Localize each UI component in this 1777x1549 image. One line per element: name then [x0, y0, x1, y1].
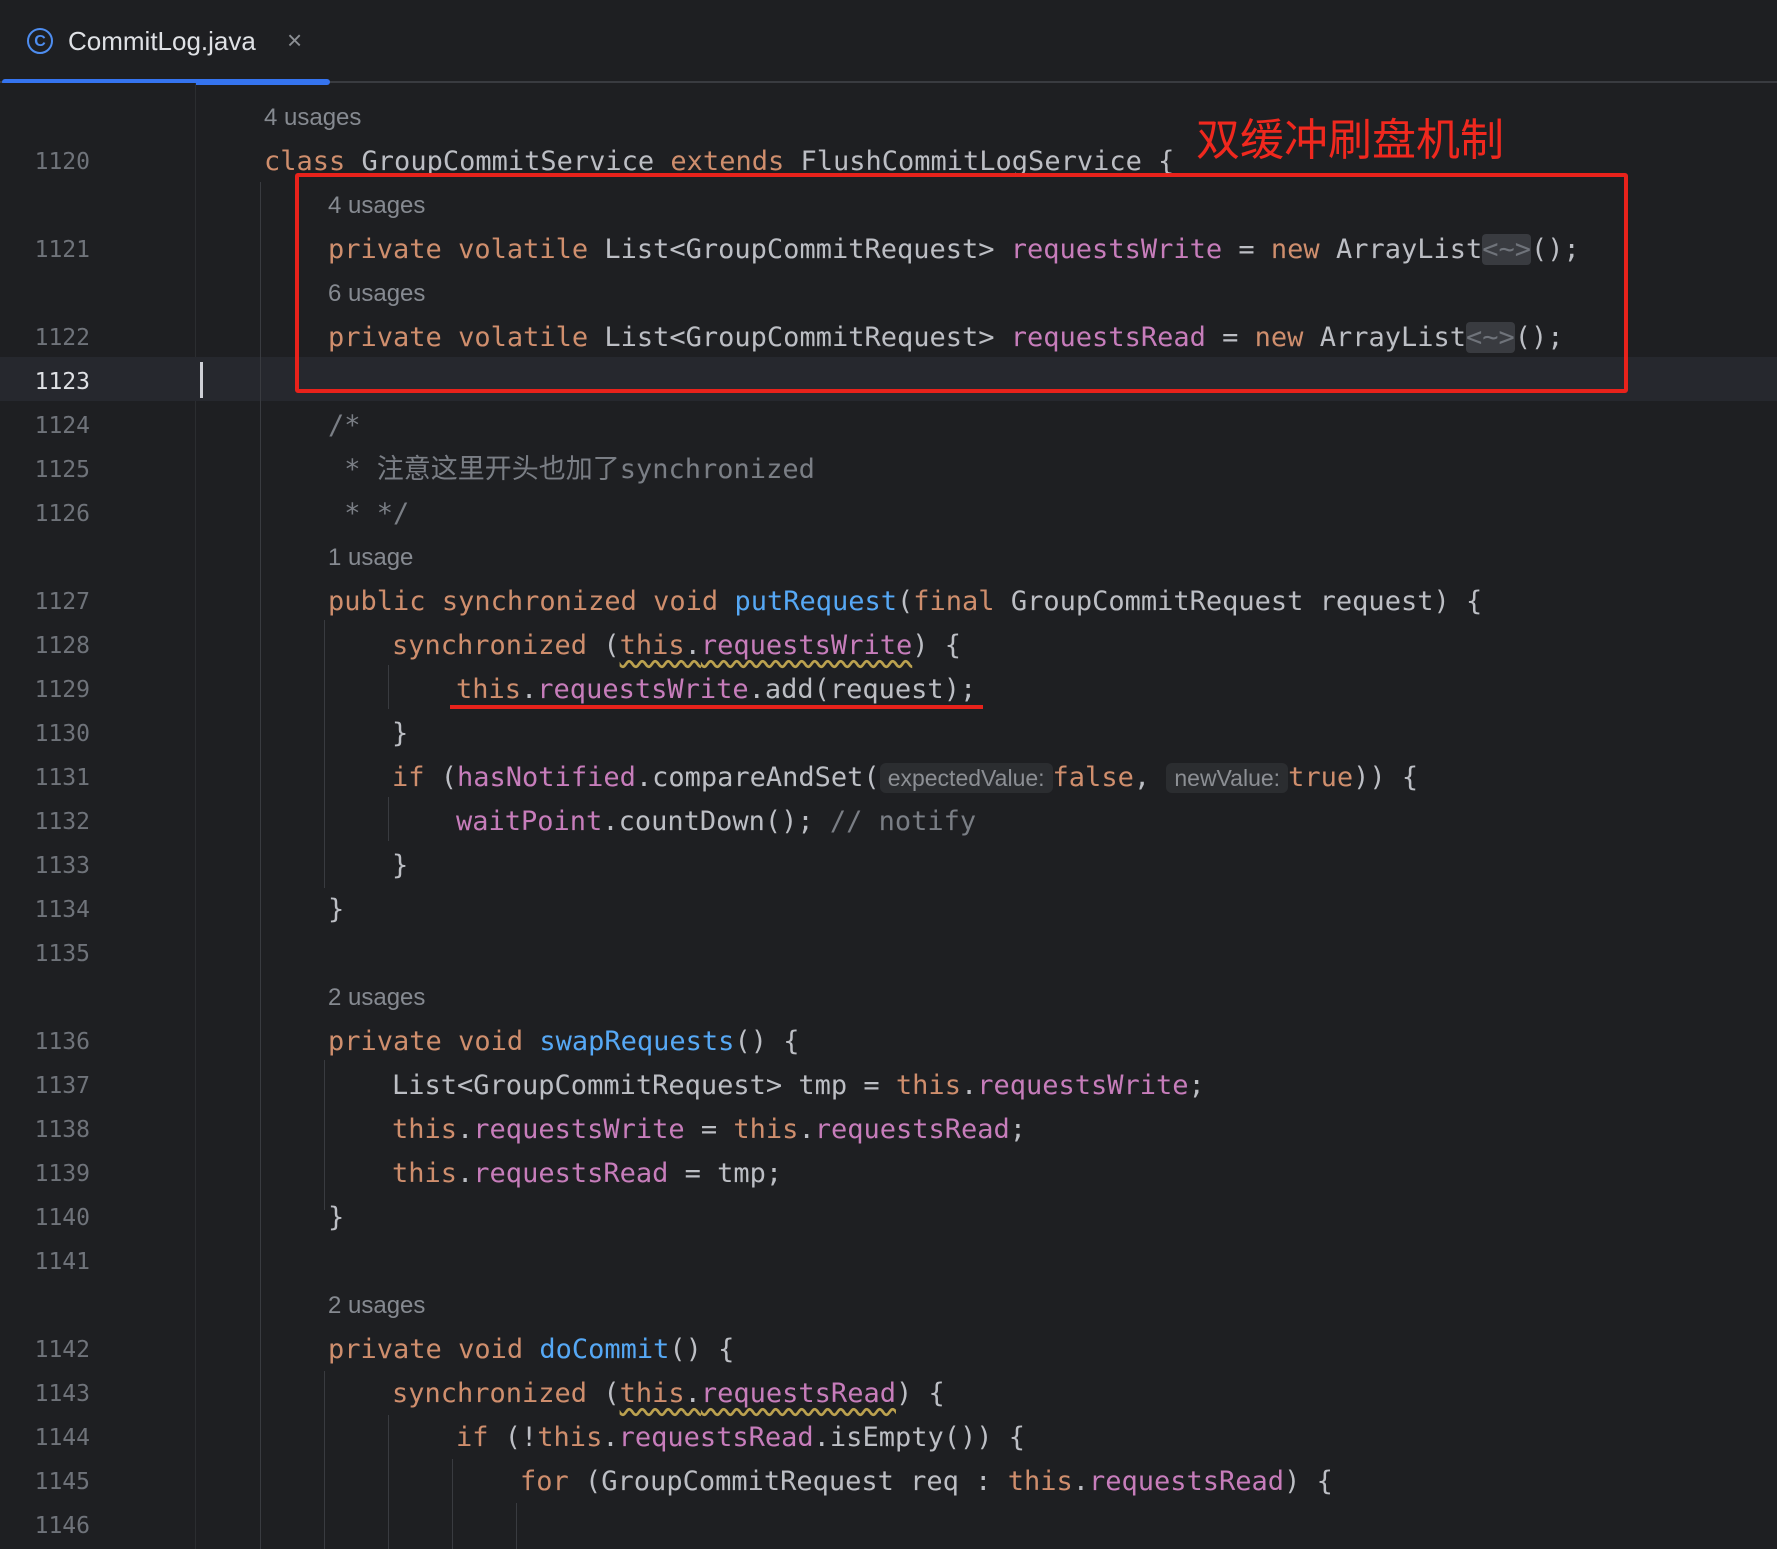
- editor-tab-bar: C CommitLog.java ×: [0, 0, 1777, 85]
- method-name: putRequest: [734, 586, 898, 617]
- line-number: 1145: [34, 1469, 90, 1495]
- comment: /*: [328, 410, 361, 441]
- annotation-label: 双缓冲刷盘机制: [1196, 115, 1504, 166]
- code-line: waitPoint.countDown(); // notify: [456, 806, 977, 837]
- line-number: 1129: [34, 677, 90, 703]
- java-class-icon: C: [27, 28, 53, 54]
- code-line: for (GroupCommitRequest req : this.reque…: [520, 1466, 1333, 1497]
- line-number: 1131: [34, 765, 90, 791]
- code-line: private void doCommit() {: [328, 1334, 735, 1365]
- code-line: if (hasNotified.compareAndSet(expectedVa…: [392, 762, 1419, 793]
- line-number: 1124: [34, 413, 90, 439]
- parameter-hint: newValue:: [1166, 763, 1289, 793]
- code-line: if (!this.requestsRead.isEmpty()) {: [456, 1422, 1025, 1453]
- line-number: 1136: [34, 1029, 90, 1055]
- code-line: this.requestsWrite = this.requestsRead;: [392, 1114, 1027, 1145]
- code-line: }: [392, 850, 409, 881]
- code-line: private void swapRequests() {: [328, 1026, 800, 1057]
- line-number: 1122: [34, 325, 90, 351]
- line-number: 1142: [34, 1337, 90, 1363]
- comment: * */: [328, 498, 410, 529]
- code-line: }: [328, 1202, 345, 1233]
- code-line: this.requestsRead = tmp;: [392, 1158, 783, 1189]
- line-number: 1139: [34, 1161, 90, 1187]
- line-number: 1133: [34, 853, 90, 879]
- usages-hint[interactable]: 2 usages: [328, 1284, 425, 1328]
- code-line: }: [328, 894, 345, 925]
- line-number: 1137: [34, 1073, 90, 1099]
- comment: * 注意这里开头也加了synchronized: [328, 454, 815, 485]
- tab-title: CommitLog.java: [68, 26, 256, 56]
- code-line: synchronized (this.requestsRead) {: [392, 1378, 945, 1409]
- line-number: 1138: [34, 1117, 90, 1143]
- line-number: 1140: [34, 1205, 90, 1231]
- warning-squiggle[interactable]: this.requestsRead: [620, 1378, 896, 1409]
- indent-guide: [324, 1371, 325, 1549]
- indent-guide: [516, 1503, 517, 1549]
- annotation-underline: [450, 705, 983, 709]
- line-number: 1125: [34, 457, 90, 483]
- line-number: 1130: [34, 721, 90, 747]
- indent-guide: [388, 665, 389, 709]
- line-number: 1120: [34, 149, 90, 175]
- tab-commitlog-java[interactable]: C CommitLog.java ×: [0, 0, 330, 85]
- usages-hint[interactable]: 1 usage: [328, 536, 413, 580]
- text-caret: [200, 362, 203, 398]
- line-number: 1143: [34, 1381, 90, 1407]
- line-number: 1146: [34, 1513, 90, 1539]
- line-number: 1134: [34, 897, 90, 923]
- line-number: 1121: [34, 237, 90, 263]
- indent-guide: [324, 620, 325, 888]
- method-name: swapRequests: [539, 1026, 735, 1057]
- usages-hint[interactable]: 4 usages: [264, 96, 361, 140]
- indent-guide: [260, 182, 261, 1549]
- method-name: doCommit: [539, 1334, 670, 1365]
- parameter-hint: expectedValue:: [879, 763, 1053, 793]
- code-line: public synchronized void putRequest(fina…: [328, 586, 1483, 617]
- line-number: 1127: [34, 589, 90, 615]
- indent-guide: [388, 797, 389, 841]
- indent-guide: [324, 1060, 325, 1210]
- close-icon[interactable]: ×: [287, 25, 302, 56]
- code-line: synchronized (this.requestsWrite) {: [392, 630, 961, 661]
- indent-guide: [452, 1459, 453, 1549]
- line-number: 1132: [34, 809, 90, 835]
- line-number-current: 1123: [34, 369, 90, 395]
- line-number: 1128: [34, 633, 90, 659]
- warning-squiggle[interactable]: this.requestsWrite: [620, 630, 913, 661]
- code-line: }: [392, 718, 409, 749]
- usages-hint[interactable]: 2 usages: [328, 976, 425, 1020]
- line-number: 1135: [34, 941, 90, 967]
- line-number: 1141: [34, 1249, 90, 1275]
- annotation-highlight-box: [295, 173, 1628, 393]
- line-number: 1126: [34, 501, 90, 527]
- code-line: List<GroupCommitRequest> tmp = this.requ…: [392, 1070, 1205, 1101]
- indent-guide: [388, 1415, 389, 1549]
- line-number: 1144: [34, 1425, 90, 1451]
